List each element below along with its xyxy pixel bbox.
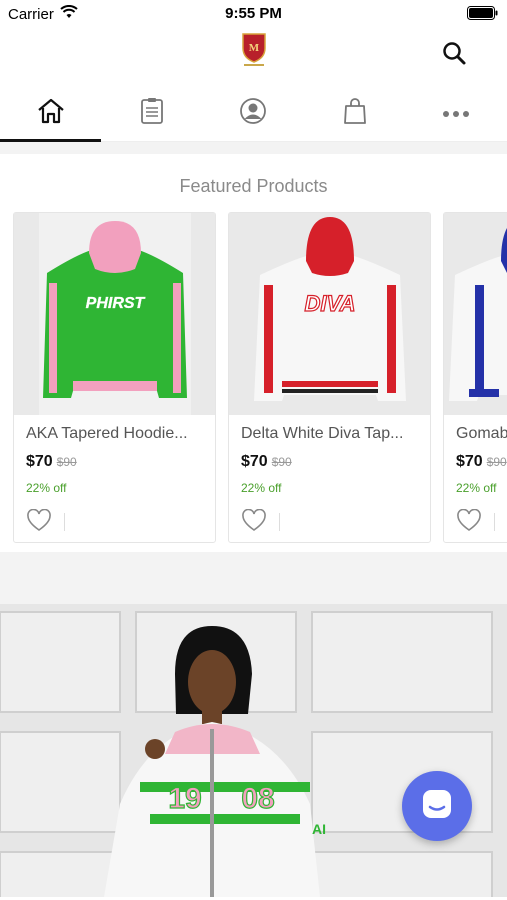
shopping-bag-icon bbox=[343, 97, 367, 130]
tab-cart[interactable] bbox=[304, 86, 405, 141]
divider bbox=[494, 513, 495, 531]
crest-logo-icon[interactable]: M bbox=[240, 32, 268, 68]
status-time: 9:55 PM bbox=[225, 5, 282, 22]
chat-button[interactable] bbox=[402, 771, 472, 841]
product-price: $70 $90 bbox=[456, 453, 507, 470]
product-discount: 22% off bbox=[241, 481, 282, 495]
tab-bar bbox=[0, 86, 507, 142]
product-print-text: DIVA bbox=[304, 291, 355, 316]
clipboard-icon bbox=[140, 97, 164, 130]
product-print-text: PHIRST bbox=[85, 295, 145, 312]
chat-icon bbox=[420, 787, 454, 826]
product-price: $70 $90 bbox=[241, 453, 292, 470]
app-header: M bbox=[0, 28, 507, 86]
product-card[interactable]: PHIRST AKA Tapered Hoodie... $70 $90 22% … bbox=[13, 212, 216, 543]
product-name: AKA Tapered Hoodie... bbox=[26, 425, 188, 442]
svg-text:M: M bbox=[249, 42, 260, 54]
product-discount: 22% off bbox=[26, 481, 67, 495]
product-card[interactable]: DIVA Delta White Diva Tap... $70 $90 22% … bbox=[228, 212, 431, 543]
heart-icon[interactable] bbox=[456, 508, 482, 533]
product-carousel[interactable]: PHIRST AKA Tapered Hoodie... $70 $90 22% … bbox=[0, 212, 507, 552]
tab-more[interactable] bbox=[406, 86, 507, 141]
product-image: DIVA bbox=[229, 213, 430, 415]
svg-text:08: 08 bbox=[241, 782, 274, 815]
account-icon bbox=[239, 97, 267, 130]
status-bar: Carrier 9:55 PM bbox=[0, 0, 507, 28]
product-old-price: $90 bbox=[56, 455, 77, 469]
section-divider bbox=[0, 142, 507, 154]
product-old-price: $90 bbox=[486, 455, 507, 469]
heart-icon[interactable] bbox=[26, 508, 52, 533]
tab-orders[interactable] bbox=[101, 86, 202, 141]
featured-title: Featured Products bbox=[179, 176, 328, 196]
tab-account[interactable] bbox=[203, 86, 304, 141]
battery-icon bbox=[467, 6, 499, 24]
product-name: Gomab bbox=[456, 425, 507, 442]
product-name: Delta White Diva Tap... bbox=[241, 425, 404, 442]
product-price: $70 $90 bbox=[26, 453, 77, 470]
product-image: PHIRST bbox=[14, 213, 215, 415]
sleeve-text: AI bbox=[312, 821, 326, 837]
home-icon bbox=[36, 97, 66, 130]
heart-icon[interactable] bbox=[241, 508, 267, 533]
svg-text:19: 19 bbox=[168, 782, 201, 815]
product-image bbox=[444, 213, 507, 415]
tab-home[interactable] bbox=[0, 86, 102, 142]
divider bbox=[279, 513, 280, 531]
more-icon bbox=[442, 105, 470, 123]
divider bbox=[64, 513, 65, 531]
section-divider bbox=[0, 552, 507, 604]
product-old-price: $90 bbox=[271, 455, 292, 469]
product-card[interactable]: Gomab $70 $90 22% off bbox=[443, 212, 507, 543]
search-icon[interactable] bbox=[441, 40, 469, 68]
product-discount: 22% off bbox=[456, 481, 497, 495]
promo-banner-image[interactable]: 19 08 AI bbox=[0, 604, 507, 897]
